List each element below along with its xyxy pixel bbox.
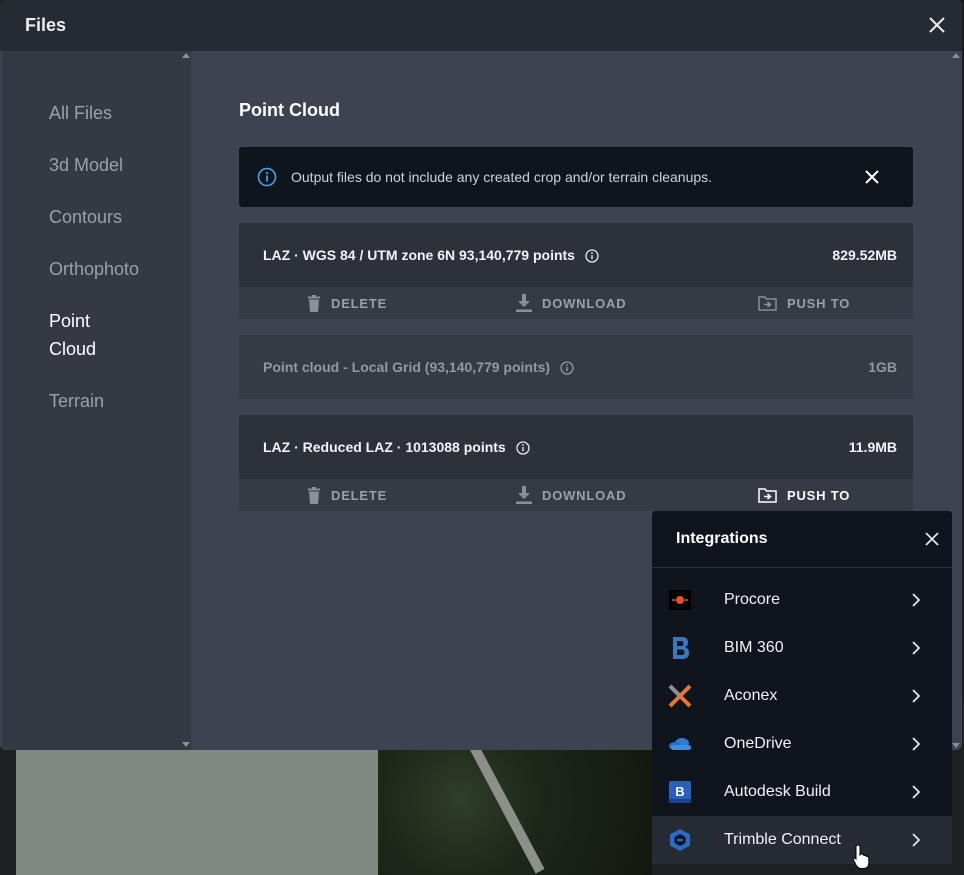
integration-item-onedrive[interactable]: OneDrive (652, 720, 952, 768)
delete-label: DELETE (331, 487, 388, 503)
sidebar-item-3d-model[interactable]: 3d Model (49, 151, 159, 179)
close-icon[interactable] (926, 14, 948, 36)
download-button[interactable]: DOWNLOAD (516, 485, 626, 505)
download-button[interactable]: DOWNLOAD (516, 293, 626, 313)
sidebar-item-point-cloud[interactable]: Point Cloud (49, 307, 119, 363)
integration-item-procore[interactable]: Procore (652, 576, 952, 624)
sidebar-scroll-down-arrow[interactable] (182, 742, 190, 747)
onedrive-logo-icon (669, 738, 691, 750)
file-name-line: Point cloud - Local Grid (93,140,779 poi… (263, 359, 574, 375)
download-label: DOWNLOAD (542, 295, 627, 311)
banner-text: Output files do not include any created … (291, 169, 713, 185)
integrations-popup: Integrations Procore BIM 360 Aconex OneD… (652, 511, 952, 864)
dialog-titlebar: Files (0, 0, 962, 51)
bim360-logo-icon (673, 637, 689, 659)
info-banner: Output files do not include any created … (239, 147, 913, 207)
main-scroll-down-arrow[interactable] (952, 743, 960, 748)
file-info-icon[interactable] (515, 441, 530, 455)
file-name-line: LAZ · Reduced LAZ · 1013088 points (263, 439, 530, 455)
file-card-header: Point cloud - Local Grid (93,140,779 poi… (239, 335, 913, 399)
file-card: Point cloud - Local Grid (93,140,779 poi… (239, 335, 913, 399)
autodesk-build-logo-icon: B (669, 781, 691, 803)
banner-close-icon[interactable] (864, 169, 880, 185)
section-title: Point Cloud (239, 100, 340, 120)
sidebar: All Files 3d Model Contours Orthophoto P… (2, 51, 191, 750)
sidebar-item-all-files[interactable]: All Files (49, 99, 159, 127)
push-to-icon (758, 296, 777, 311)
push-to-label: PUSH TO (787, 487, 851, 503)
file-card-header: LAZ · WGS 84 / UTM zone 6N 93,140,779 po… (239, 223, 913, 287)
hand-cursor-icon (852, 844, 870, 869)
chevron-right-icon (912, 689, 921, 703)
sidebar-item-orthophoto[interactable]: Orthophoto (49, 255, 159, 283)
file-size: 829.52MB (832, 247, 897, 263)
map-ground-area (16, 750, 378, 875)
chevron-right-icon (912, 641, 921, 655)
delete-label: DELETE (331, 295, 388, 311)
file-name: LAZ · WGS 84 / UTM zone 6N 93,140,779 po… (263, 247, 575, 263)
file-size: 1GB (868, 359, 897, 375)
file-actions-bar: DELETE DOWNLOAD PUSH TO (239, 479, 913, 511)
trimble-connect-logo-icon (670, 829, 690, 851)
sidebar-item-contours[interactable]: Contours (49, 203, 159, 231)
push-to-button[interactable]: PUSH TO (758, 293, 850, 313)
delete-button[interactable]: DELETE (307, 293, 387, 313)
procore-logo-icon (669, 590, 691, 610)
chevron-right-icon (912, 593, 921, 607)
sidebar-scroll-up-arrow[interactable] (182, 53, 190, 58)
file-name-line: LAZ · WGS 84 / UTM zone 6N 93,140,779 po… (263, 247, 599, 263)
info-icon (257, 167, 277, 187)
file-card: LAZ · Reduced LAZ · 1013088 points 11.9M… (239, 415, 913, 511)
push-to-icon (758, 488, 777, 503)
chevron-right-icon (912, 833, 921, 847)
aconex-logo-icon (668, 684, 692, 708)
file-size: 11.9MB (848, 439, 897, 455)
integration-item-trimble-connect[interactable]: Trimble Connect (652, 816, 952, 864)
download-label: DOWNLOAD (542, 487, 627, 503)
sidebar-item-terrain[interactable]: Terrain (49, 387, 159, 415)
download-icon (516, 294, 532, 312)
chevron-right-icon (912, 737, 921, 751)
push-to-label: PUSH TO (787, 295, 851, 311)
file-info-icon[interactable] (585, 249, 599, 263)
file-name: Point cloud - Local Grid (93,140,779 poi… (263, 359, 551, 375)
push-to-button[interactable]: PUSH TO (758, 485, 850, 505)
download-icon (516, 486, 532, 504)
integration-label: Trimble Connect (724, 831, 841, 848)
main-scroll-up-arrow[interactable] (952, 53, 960, 58)
divider (652, 567, 952, 568)
integration-item-aconex[interactable]: Aconex (652, 672, 952, 720)
dialog-title: Files (25, 15, 67, 35)
file-actions-bar: DELETE DOWNLOAD PUSH TO (239, 287, 913, 319)
integration-label: Procore (724, 591, 781, 608)
integration-label: Aconex (724, 687, 778, 704)
integration-label: BIM 360 (724, 639, 784, 656)
file-card-header: LAZ · Reduced LAZ · 1013088 points 11.9M… (239, 415, 913, 479)
integration-item-autodesk-build[interactable]: B Autodesk Build (652, 768, 952, 816)
integration-label: Autodesk Build (724, 783, 831, 800)
integration-label: OneDrive (724, 735, 792, 752)
file-info-icon[interactable] (560, 361, 574, 375)
trash-icon (308, 294, 320, 312)
integration-item-bim-360[interactable]: BIM 360 (652, 624, 952, 672)
trash-icon (308, 486, 320, 504)
file-card: LAZ · WGS 84 / UTM zone 6N 93,140,779 po… (239, 223, 913, 319)
integrations-title: Integrations (676, 530, 768, 547)
integrations-close-icon[interactable] (923, 530, 941, 548)
svg-text:B: B (675, 784, 684, 799)
file-name: LAZ · Reduced LAZ · 1013088 points (263, 439, 506, 455)
chevron-right-icon (912, 785, 921, 799)
delete-button[interactable]: DELETE (307, 485, 387, 505)
